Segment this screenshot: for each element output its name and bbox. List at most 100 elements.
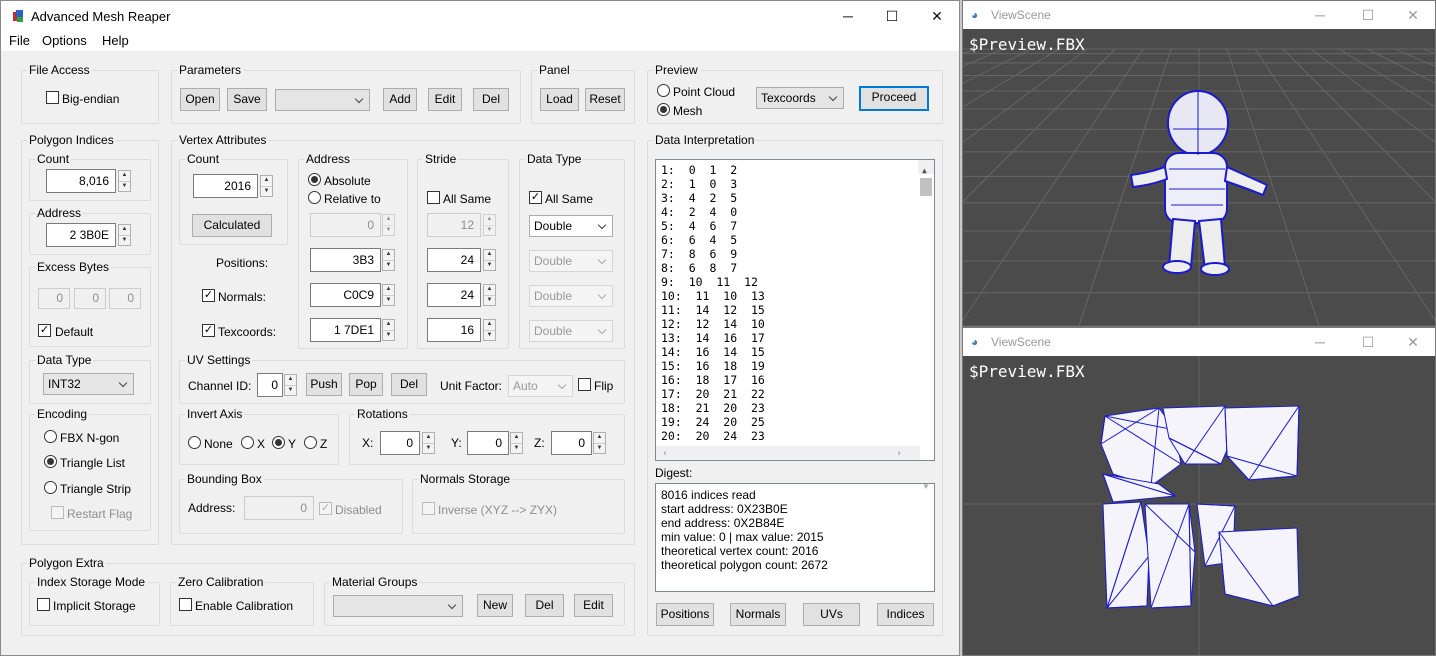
invert-y-radio[interactable]	[272, 436, 285, 449]
index-address-input[interactable]: 2 3B0E	[46, 223, 116, 247]
viewscene-maximize-button[interactable]: ☐	[1345, 1, 1391, 29]
enable-calibration-checkbox[interactable]	[179, 598, 192, 611]
index-row[interactable]: 2: 1 0 3	[661, 177, 934, 191]
flip-checkbox[interactable]	[578, 378, 591, 391]
open-button[interactable]: Open	[180, 88, 220, 111]
scroll-right-icon[interactable]: ›	[896, 447, 902, 461]
rotation-z-input[interactable]: 0	[551, 431, 592, 455]
normals-tab-button[interactable]: Normals	[730, 603, 786, 626]
texcoords-checkbox[interactable]: ✓	[202, 324, 215, 337]
viewscene-minimize-button[interactable]: ─	[1297, 1, 1343, 29]
material-groups-dropdown[interactable]	[333, 595, 463, 617]
index-row[interactable]: 15: 16 18 19	[661, 359, 934, 373]
load-panel-button[interactable]: Load	[540, 88, 579, 111]
excess-byte-3[interactable]: 0	[109, 288, 141, 309]
delete-material-button[interactable]: Del	[525, 594, 564, 617]
uv-viewport[interactable]	[963, 356, 1435, 655]
index-row[interactable]: 5: 4 6 7	[661, 219, 934, 233]
invert-none-radio[interactable]	[188, 436, 201, 449]
invert-z-radio[interactable]	[304, 436, 317, 449]
rotation-y-input[interactable]: 0	[467, 431, 509, 455]
index-count-input[interactable]: 8,016	[46, 169, 116, 193]
new-material-button[interactable]: New	[477, 594, 513, 617]
menu-file[interactable]: File	[9, 33, 30, 48]
index-row[interactable]: 18: 21 20 23	[661, 401, 934, 415]
viewscene-uv-minimize-button[interactable]: ─	[1297, 328, 1343, 356]
absolute-radio[interactable]	[308, 173, 321, 186]
edit-material-button[interactable]: Edit	[574, 594, 613, 617]
3d-viewport[interactable]	[963, 29, 1435, 326]
viewscene-uv-window[interactable]: ◕ ViewScene ─ ☐ ✕ $Preview.FBX	[962, 327, 1436, 656]
default-checkbox[interactable]: ✓	[38, 324, 51, 337]
vertex-data-type-dropdown[interactable]: Double	[529, 215, 613, 237]
vertex-count-input[interactable]: 2016	[193, 174, 258, 198]
scroll-left-icon[interactable]: ‹	[662, 447, 668, 461]
rotation-x-input[interactable]: 0	[380, 431, 420, 455]
index-row[interactable]: 19: 24 20 25	[661, 415, 934, 429]
delete-parameter-button[interactable]: Del	[473, 88, 509, 111]
point-cloud-radio[interactable]	[657, 84, 670, 97]
uv-delete-button[interactable]: Del	[391, 373, 427, 396]
maximize-button[interactable]: ☐	[869, 1, 915, 31]
viewscene-uv-close-button[interactable]: ✕	[1390, 328, 1436, 356]
index-row[interactable]: 8: 6 8 7	[661, 261, 934, 275]
inverse-normals-checkbox[interactable]	[422, 502, 435, 515]
implicit-storage-checkbox[interactable]	[37, 598, 50, 611]
texcoords-address-input[interactable]: 1 7DE1	[310, 318, 381, 342]
uvs-tab-button[interactable]: UVs	[803, 603, 860, 626]
texcoords-address-stepper[interactable]: ▲ ▼	[382, 319, 395, 341]
normals-address-input[interactable]: C0C9	[310, 283, 381, 307]
menu-help[interactable]: Help	[102, 33, 129, 48]
mesh-radio[interactable]	[657, 103, 670, 116]
uv-push-button[interactable]: Push	[306, 373, 342, 396]
texcoords-data-type-dropdown[interactable]: Double	[529, 320, 613, 342]
positions-address-input[interactable]: 3B3	[310, 248, 381, 272]
channel-id-input[interactable]: 0	[257, 373, 283, 397]
big-endian-checkbox[interactable]	[46, 91, 59, 104]
stride-all-input[interactable]: 12	[427, 213, 481, 237]
close-button[interactable]: ✕	[914, 1, 960, 31]
excess-byte-1[interactable]: 0	[38, 288, 70, 309]
index-row[interactable]: 6: 6 4 5	[661, 233, 934, 247]
index-row[interactable]: 7: 8 6 9	[661, 247, 934, 261]
normals-address-stepper[interactable]: ▲ ▼	[382, 284, 395, 306]
index-row[interactable]: 13: 14 16 17	[661, 331, 934, 345]
index-data-type-dropdown[interactable]: INT32	[43, 373, 134, 395]
preset-dropdown[interactable]	[275, 89, 370, 111]
listbox-vertical-scrollbar[interactable]: ▲ ▼	[918, 160, 934, 174]
reset-panel-button[interactable]: Reset	[585, 88, 625, 111]
index-row[interactable]: 10: 11 10 13	[661, 289, 934, 303]
excess-byte-2[interactable]: 0	[74, 288, 106, 309]
edit-parameter-button[interactable]: Edit	[428, 88, 462, 111]
channel-id-stepper[interactable]: ▲ ▼	[284, 374, 297, 396]
texcoords-stride-stepper[interactable]: ▲ ▼	[483, 319, 496, 341]
normals-data-type-dropdown[interactable]: Double	[529, 285, 613, 307]
positions-data-type-dropdown[interactable]: Double	[529, 250, 613, 272]
triangle-strip-radio[interactable]	[44, 481, 57, 494]
save-button[interactable]: Save	[227, 88, 267, 111]
proceed-button[interactable]: Proceed	[859, 86, 929, 111]
normals-stride-input[interactable]: 24	[427, 283, 481, 307]
index-row[interactable]: 17: 20 21 22	[661, 387, 934, 401]
rotation-x-stepper[interactable]: ▲ ▼	[422, 432, 435, 454]
scroll-thumb[interactable]	[920, 178, 932, 196]
index-row[interactable]: 3: 4 2 5	[661, 191, 934, 205]
dtype-all-same-checkbox[interactable]: ✓	[529, 191, 542, 204]
digest-scrollbar[interactable]: ▼	[918, 484, 934, 498]
relative-address-stepper[interactable]: ▲ ▼	[382, 214, 395, 236]
bbox-disabled-checkbox[interactable]: ✓	[319, 502, 332, 515]
stride-all-same-checkbox[interactable]	[427, 191, 440, 204]
index-row[interactable]: 9: 10 11 12	[661, 275, 934, 289]
viewscene-close-button[interactable]: ✕	[1390, 1, 1436, 29]
index-listbox[interactable]: 1: 0 1 2 2: 1 0 3 3: 4 2 5 4: 2 4 0 5: 4 6 7…	[655, 159, 935, 461]
index-row[interactable]: 12: 12 14 10	[661, 317, 934, 331]
scroll-up-icon[interactable]: ▲	[922, 164, 927, 178]
index-row[interactable]: 1: 0 1 2	[661, 163, 934, 177]
index-count-stepper[interactable]: ▲ ▼	[118, 170, 131, 192]
indices-tab-button[interactable]: Indices	[877, 603, 934, 626]
bbox-address-input[interactable]: 0	[244, 496, 314, 520]
add-parameter-button[interactable]: Add	[383, 88, 417, 111]
minimize-button[interactable]: ─	[825, 1, 871, 31]
viewscene-3d-window[interactable]: ◕ ViewScene ─ ☐ ✕ $Preview.FBX	[962, 0, 1436, 327]
positions-tab-button[interactable]: Positions	[656, 603, 714, 626]
